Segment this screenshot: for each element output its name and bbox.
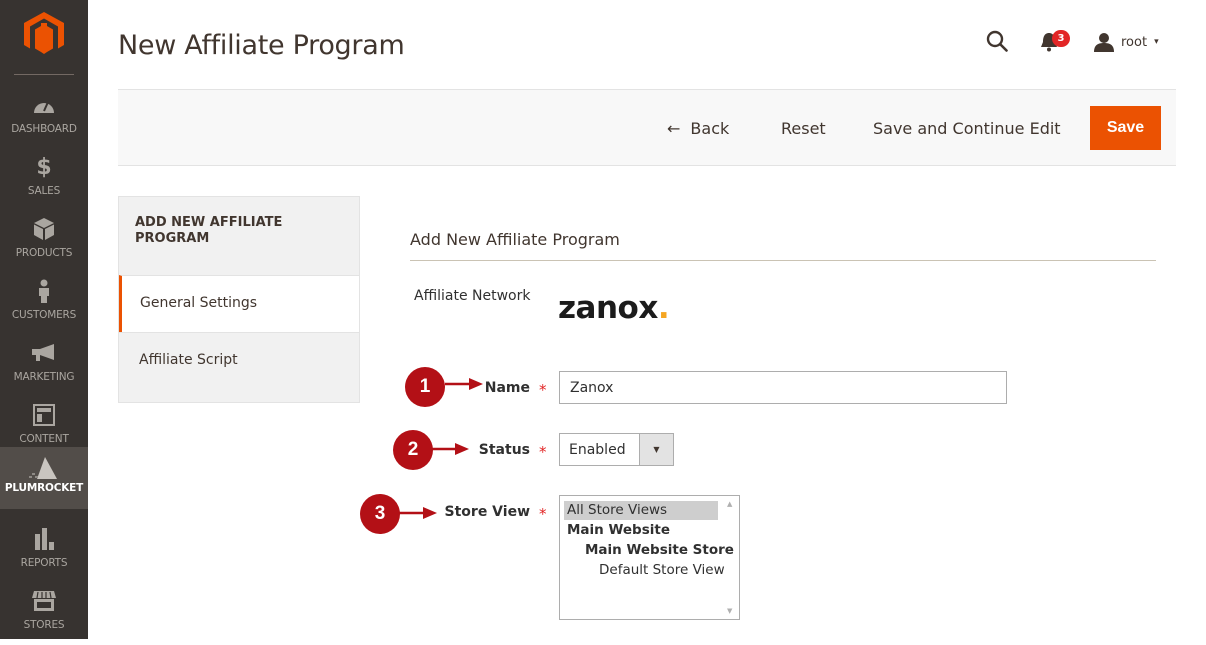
affiliate-network-label: Affiliate Network (414, 288, 531, 304)
arrow-left-icon: ← (667, 119, 681, 138)
plumrocket-icon (0, 456, 88, 480)
user-menu[interactable]: root ▾ (1094, 31, 1159, 53)
chevron-down-icon: ▾ (1154, 37, 1159, 47)
magento-logo-icon[interactable] (24, 12, 64, 56)
megaphone-icon (0, 341, 88, 365)
sidebar-divider (14, 74, 74, 75)
sidebar-item-products[interactable]: PRODUCTS (0, 211, 88, 273)
store-view-option[interactable]: All Store Views (564, 501, 718, 520)
tabs-title: ADD NEW AFFILIATE PROGRAM (135, 215, 283, 246)
store-view-option[interactable]: Main Website (564, 521, 718, 540)
save-button[interactable]: Save (1090, 106, 1161, 150)
form-tabs: ADD NEW AFFILIATE PROGRAM General Settin… (118, 196, 360, 403)
status-select-value: Enabled (569, 442, 626, 458)
sidebar-item-dashboard[interactable]: DASHBOARD (0, 87, 88, 149)
page-title: New Affiliate Program (118, 30, 405, 61)
tab-affiliate-script[interactable]: Affiliate Script (119, 332, 359, 389)
reset-button[interactable]: Reset (781, 119, 826, 138)
scroll-down-icon[interactable]: ▼ (727, 607, 732, 615)
bar-chart-icon (0, 527, 88, 551)
back-button[interactable]: ← Back (667, 119, 729, 138)
status-label: Status (478, 442, 530, 458)
notifications-badge[interactable]: 3 (1052, 30, 1070, 47)
store-view-option[interactable]: Default Store View (564, 561, 726, 580)
person-icon (0, 279, 88, 303)
store-view-option[interactable]: Main Website Store (564, 541, 734, 560)
sidebar-item-plumrocket[interactable]: PLUMROCKET (0, 447, 88, 509)
zanox-logo-dot: . (657, 290, 670, 326)
tab-label: General Settings (140, 295, 258, 311)
dashboard-icon (0, 93, 88, 117)
storefront-icon (0, 589, 88, 613)
sidebar-item-reports[interactable]: REPORTS (0, 521, 88, 583)
status-select[interactable]: Enabled ▼ (559, 433, 674, 466)
user-icon (1094, 33, 1114, 52)
required-asterisk: * (539, 381, 547, 399)
search-icon[interactable] (986, 30, 1008, 52)
store-view-multiselect[interactable]: All Store Views Main Website Main Websit… (559, 495, 740, 620)
page-actions-bar: ← Back Reset Save and Continue Edit Save (118, 89, 1176, 166)
sidebar-item-marketing[interactable]: MARKETING (0, 335, 88, 397)
store-view-label: Store View (444, 504, 530, 520)
sidebar-item-sales[interactable]: $ SALES (0, 149, 88, 211)
layout-icon (0, 403, 88, 427)
zanox-logo: zanox. (558, 290, 670, 326)
save-and-continue-button[interactable]: Save and Continue Edit (873, 119, 1061, 138)
dropdown-arrow-icon[interactable]: ▼ (639, 434, 673, 465)
username: root (1121, 34, 1148, 50)
admin-sidebar: DASHBOARD $ SALES PRODUCTS CUSTOMERS MAR… (0, 0, 88, 639)
sidebar-item-customers[interactable]: CUSTOMERS (0, 273, 88, 335)
zanox-logo-text: zanox (558, 290, 658, 326)
callout-3: 3 (360, 494, 400, 534)
section-divider (410, 260, 1156, 261)
name-label: Name (484, 380, 530, 396)
section-title: Add New Affiliate Program (410, 230, 620, 249)
dollar-icon: $ (36, 154, 52, 180)
tab-general-settings[interactable]: General Settings (119, 275, 359, 332)
tab-label: Affiliate Script (139, 352, 238, 368)
required-asterisk: * (539, 443, 547, 461)
box-icon (0, 217, 88, 241)
multiselect-scrollbar[interactable]: ▲ ▼ (725, 498, 737, 617)
sidebar-item-stores[interactable]: STORES (0, 583, 88, 645)
required-asterisk: * (539, 505, 547, 523)
back-label: Back (690, 119, 730, 138)
scroll-up-icon[interactable]: ▲ (727, 500, 732, 508)
name-input[interactable] (559, 371, 1007, 404)
